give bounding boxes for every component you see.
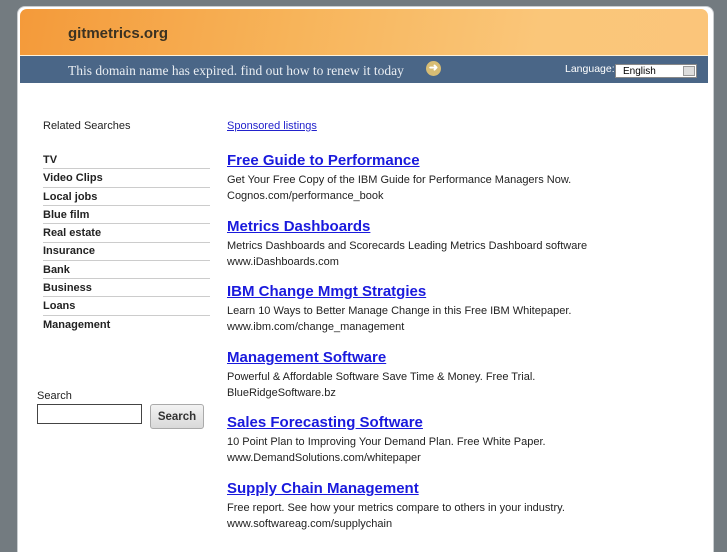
related-search-item[interactable]: Loans — [43, 298, 210, 316]
ad-listing: IBM Change Mmgt Stratgies Learn 10 Ways t… — [227, 283, 571, 335]
ad-title-link[interactable]: Sales Forecasting Software — [227, 414, 546, 431]
language-value: English — [623, 66, 656, 77]
search-button[interactable]: Search — [150, 404, 204, 429]
sponsored-listings-link[interactable]: Sponsored listings — [227, 120, 317, 132]
related-search-item[interactable]: Business — [43, 280, 210, 298]
related-search-item[interactable]: Blue film — [43, 207, 210, 225]
ad-url[interactable]: www.softwareag.com/supplychain — [227, 517, 565, 533]
ad-url[interactable]: Cognos.com/performance_book — [227, 189, 571, 205]
ad-title-link[interactable]: Metrics Dashboards — [227, 218, 587, 235]
language-label: Language: — [565, 63, 615, 75]
ad-description: Metrics Dashboards and Scorecards Leadin… — [227, 240, 588, 252]
ad-description: Get Your Free Copy of the IBM Guide for … — [227, 174, 572, 186]
ad-url[interactable]: BlueRidgeSoftware.bz — [227, 386, 535, 402]
ad-title-link[interactable]: Management Software — [227, 349, 535, 366]
site-name: gitmetrics.org — [68, 25, 169, 42]
ad-url[interactable]: www.ibm.com/change_management — [227, 320, 571, 336]
ad-description: Free report. See how your metrics compar… — [227, 502, 565, 514]
ad-listing: Sales Forecasting Software 10 Point Plan … — [227, 414, 546, 466]
dropdown-icon — [683, 66, 695, 76]
related-search-item[interactable]: Insurance — [43, 243, 210, 261]
related-search-item[interactable]: Management — [43, 317, 210, 333]
expired-link[interactable]: This domain name has expired. find out h… — [68, 63, 404, 79]
search-input[interactable] — [37, 404, 142, 424]
ad-listing: Free Guide to Performance Get Your Free C… — [227, 152, 571, 204]
related-search-item[interactable]: Local jobs — [43, 189, 210, 206]
ad-url[interactable]: www.DemandSolutions.com/whitepaper — [227, 451, 546, 467]
related-searches-list: TV Video Clips Local jobs Blue film Real… — [43, 152, 210, 334]
ad-title-link[interactable]: Free Guide to Performance — [227, 152, 571, 169]
ad-description: 10 Point Plan to Improving Your Demand P… — [227, 436, 546, 448]
ad-url[interactable]: www.iDashboards.com — [227, 255, 587, 271]
ad-description: Powerful & Affordable Software Save Time… — [227, 371, 536, 383]
language-select[interactable]: English — [615, 64, 697, 78]
ad-listing: Supply Chain Management Free report. See … — [227, 480, 565, 532]
ad-title-link[interactable]: Supply Chain Management — [227, 480, 565, 497]
ad-listing: Management Software Powerful & Affordable… — [227, 349, 535, 401]
related-search-item[interactable]: TV — [43, 152, 210, 170]
ad-listing: Metrics Dashboards Metrics Dashboards and… — [227, 218, 587, 270]
ad-description: Learn 10 Ways to Better Manage Change in… — [227, 305, 572, 317]
search-label: Search — [37, 390, 72, 402]
related-searches-title: Related Searches — [43, 120, 131, 132]
related-search-item[interactable]: Bank — [43, 262, 210, 280]
arrow-right-icon[interactable]: ➜ — [426, 61, 441, 76]
related-search-item[interactable]: Real estate — [43, 225, 210, 243]
related-search-item[interactable]: Video Clips — [43, 170, 210, 188]
ad-title-link[interactable]: IBM Change Mmgt Stratgies — [227, 283, 571, 300]
